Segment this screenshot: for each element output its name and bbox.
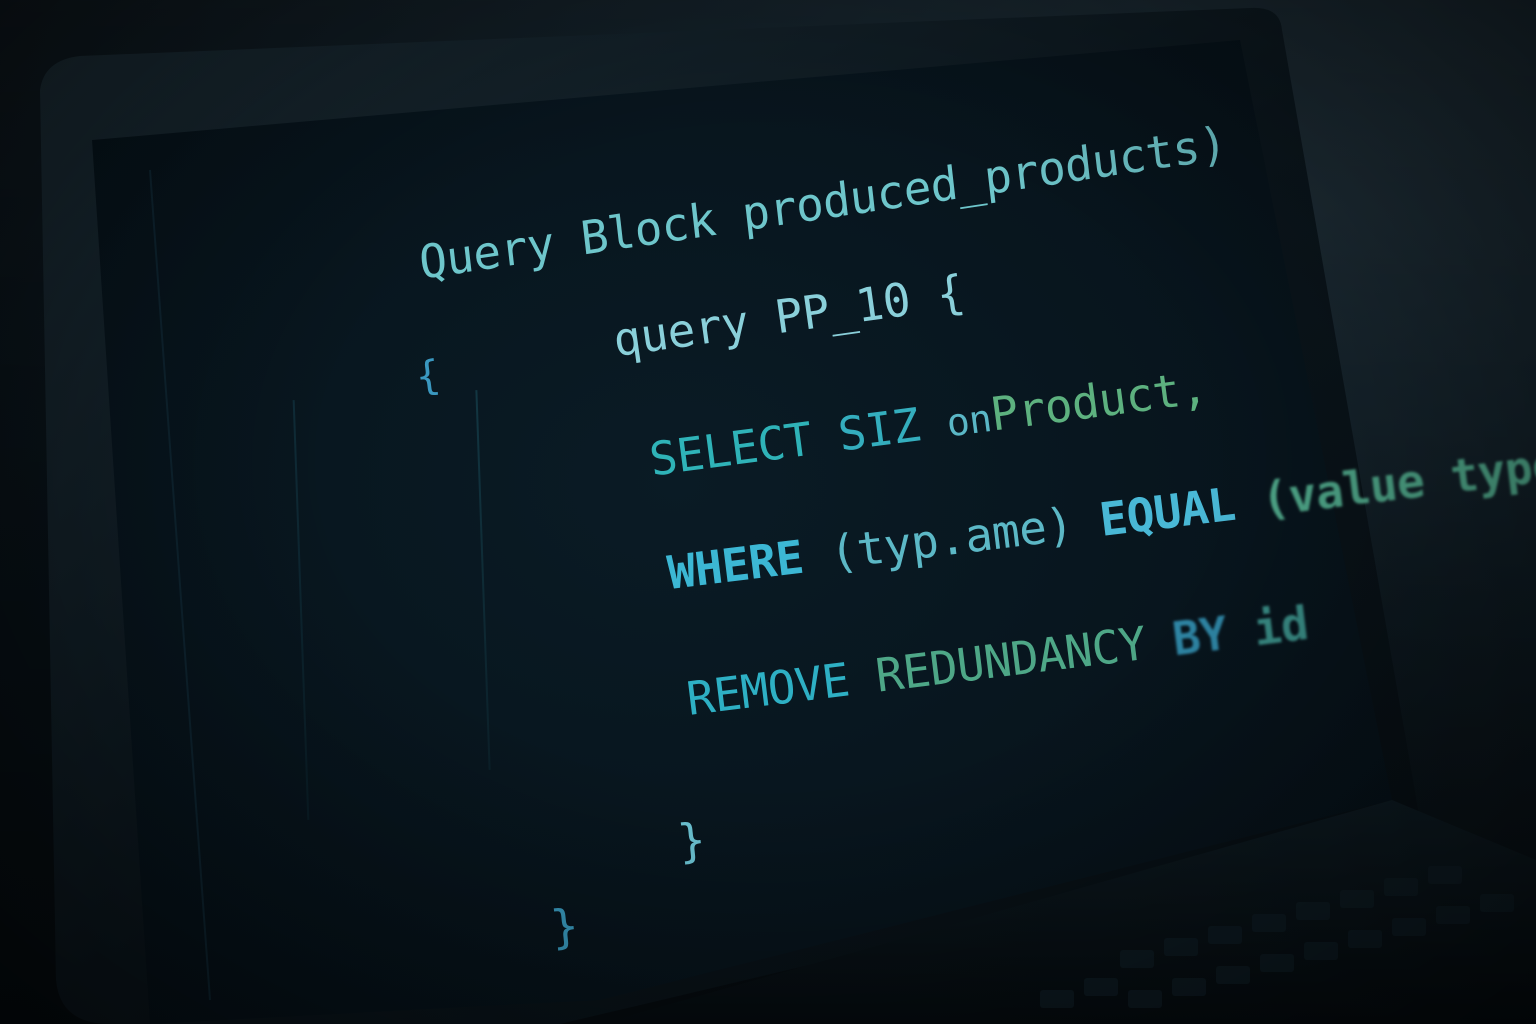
scene: Query Block produced_products) { query P… xyxy=(0,0,1536,1024)
laptop xyxy=(40,7,1536,1024)
